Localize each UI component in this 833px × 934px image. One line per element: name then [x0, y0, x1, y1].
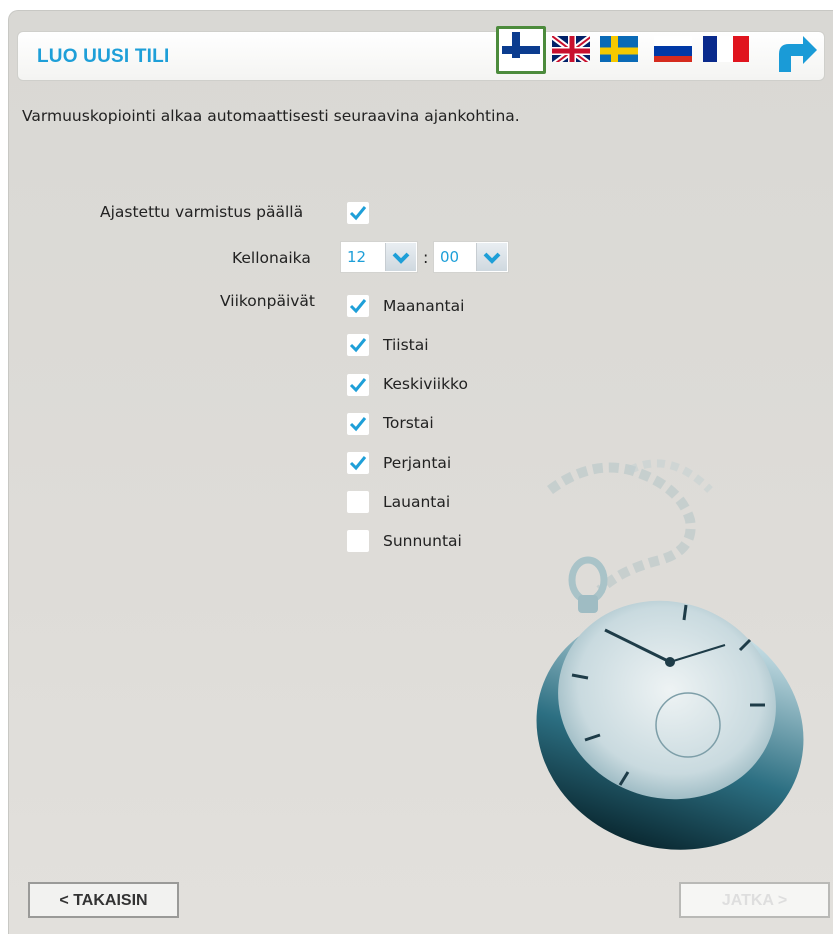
back-button[interactable]: < TAKAISIN	[28, 882, 179, 918]
day-checkbox-thursday[interactable]	[347, 413, 369, 435]
return-arrow-icon[interactable]	[773, 34, 821, 76]
day-label-wednesday: Keskiviikko	[383, 375, 468, 393]
schedule-enabled-checkbox[interactable]	[347, 202, 369, 224]
day-label-thursday: Torstai	[383, 414, 434, 432]
checkmark-icon	[349, 417, 367, 432]
chevron-down-icon[interactable]	[476, 243, 507, 271]
chevron-down-icon[interactable]	[385, 243, 416, 271]
minute-value: 00	[440, 248, 460, 266]
checkmark-icon	[349, 338, 367, 353]
checkmark-icon	[349, 378, 367, 393]
time-separator: :	[423, 248, 429, 267]
weekdays-label: Viikonpäivät	[220, 292, 315, 310]
day-label-friday: Perjantai	[383, 454, 452, 472]
uk-flag-icon[interactable]	[552, 36, 590, 62]
schedule-enabled-label: Ajastettu varmistus päällä	[100, 203, 304, 221]
checkmark-icon	[349, 206, 367, 221]
day-checkbox-sunday[interactable]	[347, 530, 369, 552]
day-label-tuesday: Tiistai	[383, 336, 429, 354]
day-label-saturday: Lauantai	[383, 493, 451, 511]
day-checkbox-monday[interactable]	[347, 295, 369, 317]
finland-flag-icon[interactable]	[502, 32, 540, 58]
day-checkbox-friday[interactable]	[347, 452, 369, 474]
hour-select[interactable]: 12	[340, 241, 418, 273]
checkmark-icon	[349, 456, 367, 471]
hour-value: 12	[347, 248, 367, 266]
time-label: Kellonaika	[232, 249, 311, 267]
checkmark-icon	[349, 299, 367, 314]
pocket-watch-illustration	[510, 430, 830, 860]
day-label-monday: Maanantai	[383, 297, 465, 315]
france-flag-icon[interactable]	[703, 36, 749, 62]
page-title: LUO UUSI TILI	[37, 46, 170, 67]
sweden-flag-icon[interactable]	[600, 36, 638, 62]
day-checkbox-saturday[interactable]	[347, 491, 369, 513]
russia-flag-icon[interactable]	[654, 36, 692, 62]
minute-select[interactable]: 00	[433, 241, 509, 273]
intro-text: Varmuuskopiointi alkaa automaattisesti s…	[22, 107, 520, 125]
day-checkbox-wednesday[interactable]	[347, 374, 369, 396]
day-label-sunday: Sunnuntai	[383, 532, 462, 550]
next-button[interactable]: JATKA >	[679, 882, 830, 918]
day-checkbox-tuesday[interactable]	[347, 334, 369, 356]
